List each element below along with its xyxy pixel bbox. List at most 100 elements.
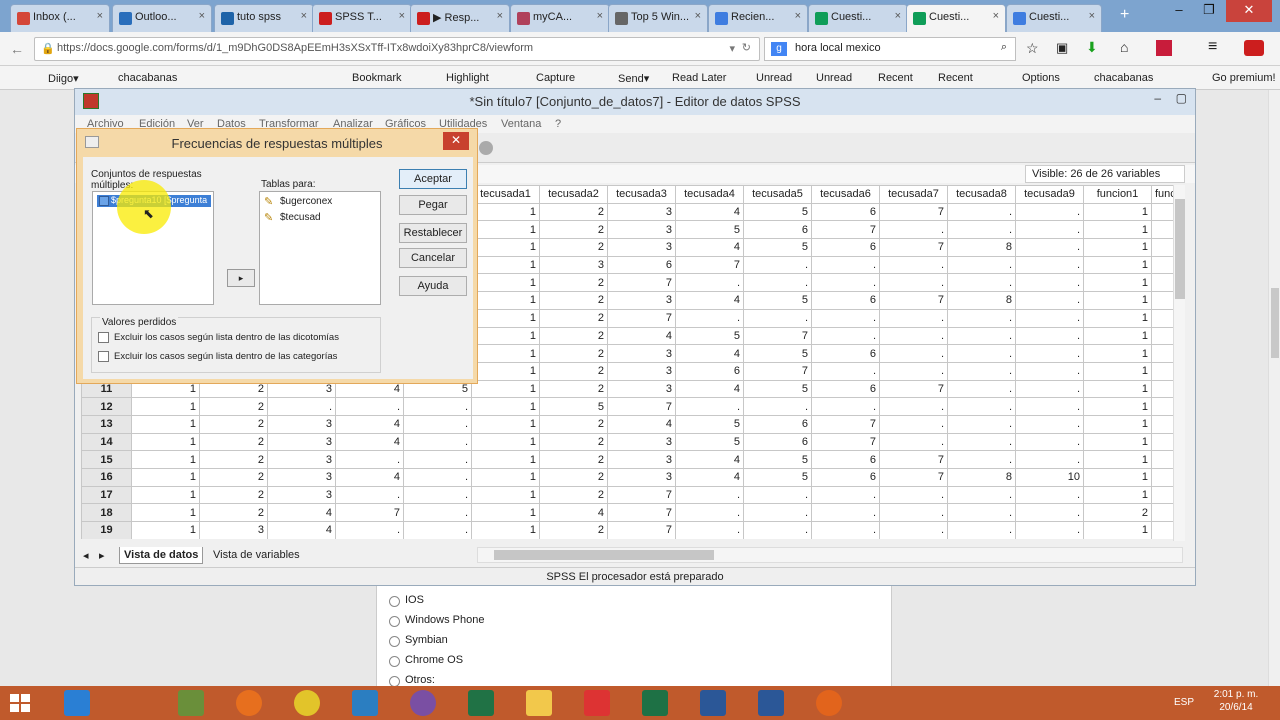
grid-cell[interactable]: .	[947, 397, 1016, 416]
grid-cell[interactable]: 5	[743, 291, 812, 310]
grid-cell[interactable]: 5	[743, 468, 812, 487]
grid-cell[interactable]: 1	[131, 521, 200, 539]
column-header[interactable]: tecusada7	[879, 185, 948, 204]
grid-horizontal-scrollbar[interactable]	[477, 547, 1183, 563]
row-number[interactable]: 16	[81, 468, 132, 487]
grid-cell[interactable]: 3	[607, 379, 676, 399]
grid-cell[interactable]: 3	[267, 468, 336, 487]
grid-cell[interactable]: 5	[675, 432, 744, 452]
grid-cell[interactable]: 5	[539, 397, 608, 416]
grid-cell[interactable]: 1	[1083, 361, 1152, 381]
grid-cell[interactable]: .	[403, 485, 472, 505]
grid-cell[interactable]: 4	[607, 326, 676, 346]
reload-icon[interactable]: ↻	[742, 41, 751, 54]
tab-prev-arrow-icon[interactable]: ◂	[83, 549, 89, 562]
lync-icon[interactable]	[352, 690, 378, 716]
dropdown-icon[interactable]: ▾	[729, 42, 735, 55]
system-clock[interactable]: 2:01 p. m. 20/6/14	[1208, 688, 1264, 714]
grid-cell[interactable]: 4	[675, 291, 744, 310]
spss-minimize-button[interactable]: –	[1154, 91, 1161, 105]
grid-cell[interactable]: .	[811, 503, 880, 523]
browser-tab-8[interactable]: Recien... ×	[708, 4, 808, 32]
grid-cell[interactable]: .	[743, 503, 812, 523]
grid-cell[interactable]: .	[947, 450, 1016, 469]
grid-cell[interactable]: 4	[335, 432, 404, 452]
grid-cell[interactable]: .	[947, 361, 1016, 381]
bookmark-item[interactable]: Options	[1022, 72, 1060, 84]
firefox-icon[interactable]	[236, 690, 262, 716]
grid-cell[interactable]: 7	[335, 503, 404, 523]
grid-cell[interactable]: .	[403, 414, 472, 434]
grid-cell[interactable]: 7	[879, 468, 948, 487]
grid-cell[interactable]: 2	[539, 202, 608, 222]
grid-cell[interactable]: .	[879, 485, 948, 505]
grid-cell[interactable]: 7	[879, 450, 948, 469]
grid-cell[interactable]: 1	[1083, 521, 1152, 539]
spss-taskbar-icon[interactable]	[584, 690, 610, 716]
grid-cell[interactable]: 1	[1083, 308, 1152, 328]
grid-cell[interactable]: 6	[811, 202, 880, 222]
bookmark-item[interactable]: chacabanas	[118, 72, 177, 84]
grid-cell[interactable]: 3	[267, 414, 336, 434]
grid-cell[interactable]: 2	[539, 308, 608, 328]
grid-cell[interactable]: 2	[539, 414, 608, 434]
folder-icon[interactable]	[526, 690, 552, 716]
tab-data-view[interactable]: Vista de datos	[119, 547, 204, 564]
column-header[interactable]: tecusada9	[1015, 185, 1084, 204]
grid-cell[interactable]: 1	[471, 291, 540, 310]
grid-cell[interactable]: 1	[1083, 468, 1152, 487]
grid-cell[interactable]: 5	[675, 414, 744, 434]
grid-cell[interactable]: 3	[267, 485, 336, 505]
chrome-icon[interactable]	[294, 690, 320, 716]
grid-cell[interactable]: 6	[743, 414, 812, 434]
grid-cell[interactable]: 1	[471, 326, 540, 346]
grid-cell[interactable]: .	[811, 308, 880, 328]
grid-cell[interactable]: 1	[131, 450, 200, 469]
grid-cell[interactable]: 1	[471, 503, 540, 523]
row-number[interactable]: 13	[81, 414, 132, 434]
tab-close-icon[interactable]: ×	[199, 10, 205, 22]
move-right-button[interactable]: ▸	[227, 269, 255, 287]
grid-cell[interactable]: 7	[811, 432, 880, 452]
grid-cell[interactable]: 1	[1083, 485, 1152, 505]
extension-icon[interactable]	[1156, 40, 1172, 56]
sets-listbox[interactable]: $pregunta10 [$pregunta ⬉	[92, 180, 214, 305]
grid-cell[interactable]: .	[879, 361, 948, 381]
grid-cell[interactable]: 2	[539, 379, 608, 399]
grid-cell[interactable]: 6	[811, 450, 880, 469]
grid-cell[interactable]: .	[811, 273, 880, 293]
browser-tab-7[interactable]: Top 5 Win... ×	[608, 4, 708, 32]
exclude-categories-checkbox[interactable]	[98, 351, 109, 362]
grid-cell[interactable]: .	[675, 521, 744, 539]
help-button[interactable]: Ayuda	[399, 276, 467, 296]
grid-cell[interactable]: 2	[199, 485, 268, 505]
grid-cell[interactable]: 4	[675, 344, 744, 363]
grid-cell[interactable]: 5	[743, 450, 812, 469]
row-number[interactable]: 14	[81, 432, 132, 452]
grid-cell[interactable]: 1	[471, 344, 540, 363]
grid-cell[interactable]: 3	[607, 220, 676, 240]
grid-cell[interactable]: 2	[539, 273, 608, 293]
start-button[interactable]	[10, 694, 30, 712]
grid-vertical-scrollbar[interactable]	[1173, 185, 1185, 541]
grid-cell[interactable]: 7	[879, 379, 948, 399]
grid-cell[interactable]: 4	[539, 503, 608, 523]
grid-cell[interactable]: 7	[811, 414, 880, 434]
minimize-button[interactable]: –	[1164, 0, 1194, 22]
grid-cell[interactable]: 7	[607, 485, 676, 505]
grid-cell[interactable]: .	[947, 202, 1016, 222]
column-header[interactable]: tecusada3	[607, 185, 676, 204]
grid-cell[interactable]: .	[947, 485, 1016, 505]
browser-tab-4[interactable]: SPSS T... ×	[312, 4, 412, 32]
grid-cell[interactable]: 1	[471, 397, 540, 416]
grid-cell[interactable]: 3	[539, 255, 608, 275]
column-header[interactable]: tecusada5	[743, 185, 812, 204]
new-tab-button[interactable]: +	[1120, 6, 1129, 24]
grid-cell[interactable]: 4	[675, 202, 744, 222]
grid-cell[interactable]: 8	[947, 291, 1016, 310]
grid-cell[interactable]: 2	[539, 450, 608, 469]
grid-cell[interactable]: .	[1015, 273, 1084, 293]
grid-cell[interactable]: 1	[471, 432, 540, 452]
grid-cell[interactable]: 2	[539, 291, 608, 310]
grid-cell[interactable]: 5	[743, 202, 812, 222]
